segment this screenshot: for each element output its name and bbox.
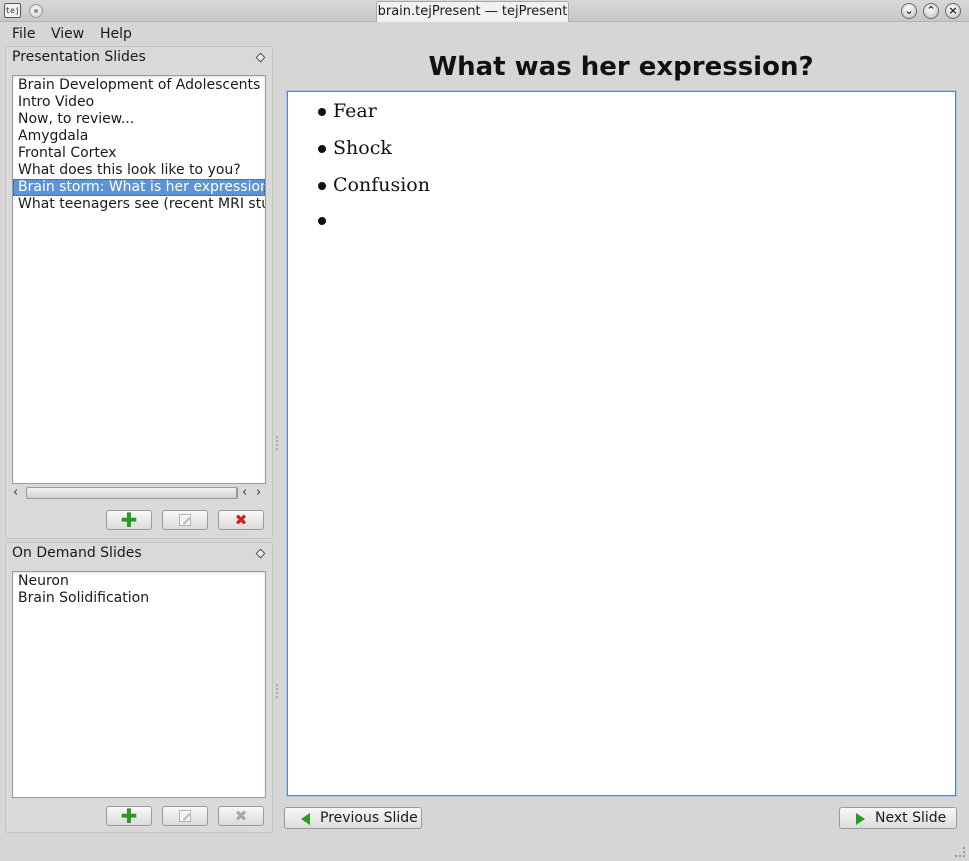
on-demand-slides-list[interactable]: Neuron Brain Solidification — [12, 571, 266, 798]
scroll-left-icon[interactable]: ‹ — [242, 485, 247, 501]
presentation-slides-list[interactable]: Brain Development of Adolescents Intro V… — [12, 75, 266, 484]
maximize-icon[interactable]: ⌃ — [923, 3, 939, 19]
window-titlebar: tej brain.tejPresent — tejPresent ⌄ ⌃ × — [0, 0, 969, 22]
window-title: brain.tejPresent — tejPresent — [376, 1, 569, 22]
arrow-left-icon — [301, 813, 310, 825]
menu-help[interactable]: Help — [100, 26, 132, 42]
delete-icon: ✖ — [234, 807, 248, 825]
next-slide-label: Next Slide — [875, 810, 947, 826]
menu-bar: File View Help — [0, 23, 969, 44]
scroll-left-icon[interactable]: ‹ — [13, 485, 18, 501]
scroll-right-icon[interactable]: › — [256, 485, 261, 501]
next-slide-button[interactable]: Next Slide — [839, 807, 957, 829]
float-pane-icon[interactable] — [255, 548, 266, 559]
close-icon[interactable]: × — [945, 3, 961, 19]
list-item[interactable]: What teenagers see (recent MRI studies) — [13, 196, 265, 213]
edit-on-demand-button[interactable] — [162, 806, 208, 826]
menu-view[interactable]: View — [51, 26, 84, 42]
status-bar — [0, 837, 969, 861]
splitter-handle[interactable] — [276, 436, 278, 450]
plus-icon: ✚ — [120, 508, 138, 532]
bullet-icon — [318, 145, 326, 153]
add-slide-button[interactable]: ✚ — [106, 510, 152, 530]
slide-content-editor[interactable]: Fear Shock Confusion — [287, 91, 956, 796]
bullet-icon — [318, 108, 326, 116]
edit-slide-button[interactable] — [162, 510, 208, 530]
delete-icon: ✖ — [234, 511, 248, 529]
on-demand-pane-title: On Demand Slides — [12, 545, 142, 561]
app-icon[interactable]: tej — [4, 3, 21, 18]
delete-on-demand-button[interactable]: ✖ — [218, 806, 264, 826]
arrow-right-icon — [856, 813, 865, 825]
edit-icon — [179, 810, 191, 822]
list-item[interactable]: Now, to review... — [13, 111, 265, 128]
bullet-text: Fear — [333, 100, 377, 122]
scroll-track[interactable] — [26, 487, 238, 499]
list-item-selected[interactable]: Brain storm: What is her expression? — [13, 179, 265, 196]
list-item[interactable]: Brain Development of Adolescents — [13, 77, 265, 94]
pin-icon[interactable] — [29, 4, 43, 18]
bullet-text: Confusion — [333, 174, 430, 196]
presentation-slides-pane: Presentation Slides Brain Development of… — [5, 46, 273, 539]
list-item[interactable]: Frontal Cortex — [13, 145, 265, 162]
add-on-demand-button[interactable]: ✚ — [106, 806, 152, 826]
delete-slide-button[interactable]: ✖ — [218, 510, 264, 530]
resize-grip-icon[interactable] — [955, 847, 965, 857]
list-item[interactable]: What does this look like to you? — [13, 162, 265, 179]
previous-slide-button[interactable]: Previous Slide — [284, 807, 422, 829]
presentation-pane-title: Presentation Slides — [12, 49, 146, 65]
presentation-list-hscrollbar[interactable]: ‹ ‹ › — [13, 485, 265, 501]
on-demand-slides-pane: On Demand Slides Neuron Brain Solidifica… — [5, 542, 273, 833]
splitter-handle[interactable] — [276, 684, 278, 698]
edit-icon — [179, 514, 191, 526]
bullet-icon — [318, 182, 326, 190]
menu-file[interactable]: File — [12, 26, 35, 42]
slide-title: What was her expression? — [428, 52, 814, 82]
bullet-icon — [318, 217, 326, 225]
list-item[interactable]: Neuron — [13, 573, 265, 590]
previous-slide-label: Previous Slide — [320, 810, 418, 826]
scroll-thumb[interactable] — [27, 488, 237, 498]
float-pane-icon[interactable] — [255, 52, 266, 63]
list-item[interactable]: Intro Video — [13, 94, 265, 111]
bullet-text: Shock — [333, 137, 392, 159]
minimize-icon[interactable]: ⌄ — [901, 3, 917, 19]
list-item[interactable]: Brain Solidification — [13, 590, 265, 607]
plus-icon: ✚ — [120, 804, 138, 828]
list-item[interactable]: Amygdala — [13, 128, 265, 145]
